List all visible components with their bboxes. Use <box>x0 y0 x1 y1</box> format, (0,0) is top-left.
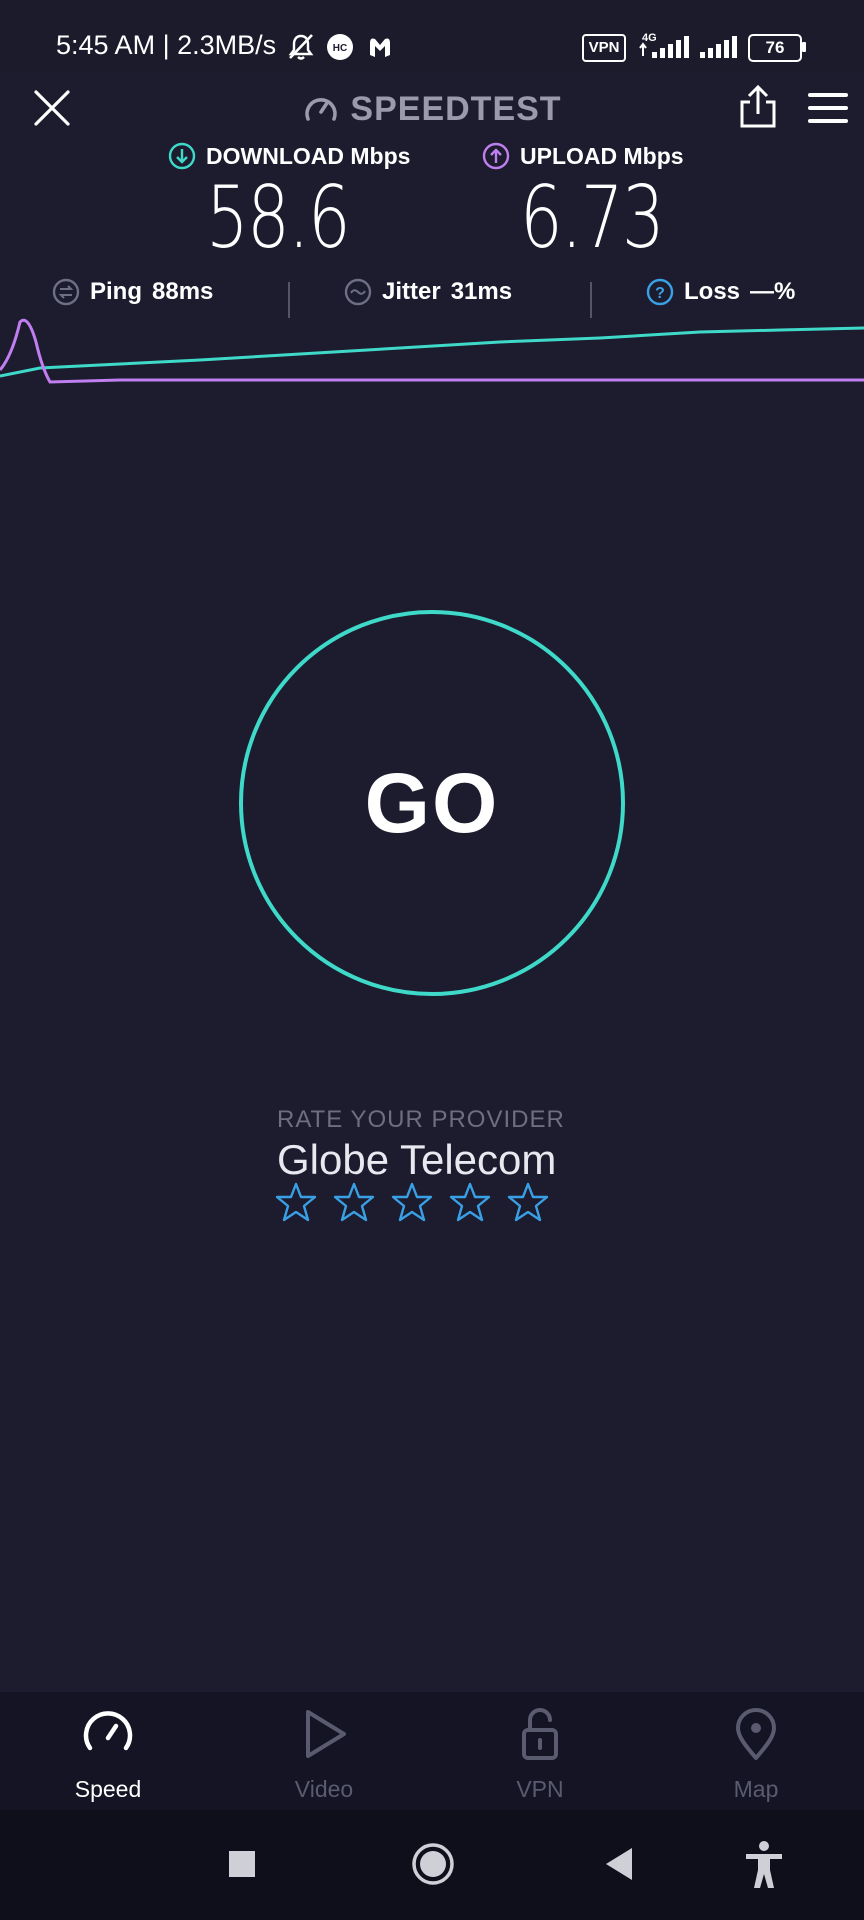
upload-arrow-icon <box>482 142 510 170</box>
upload-value: 6.73 <box>520 168 665 268</box>
ping-value: 88ms <box>152 278 214 305</box>
battery-indicator: 76 <box>748 34 802 62</box>
nav-item-vpn[interactable]: VPN <box>460 1706 620 1803</box>
speed-graph <box>0 318 864 384</box>
loss-stat[interactable]: ? Loss —% <box>646 278 795 306</box>
ping-icon <box>52 278 80 306</box>
upload-label: UPLOAD Mbps <box>482 142 684 170</box>
play-icon <box>306 1710 346 1758</box>
rate-provider-caption: RATE YOUR PROVIDER <box>277 1106 565 1133</box>
app-title: SPEEDTEST <box>0 90 864 138</box>
rating-stars <box>274 1180 550 1224</box>
cell-signal-4g-icon: 4G <box>639 32 689 58</box>
status-bar: 5:45 AM | 2.3MB/s HC VPN 4G 76 <box>0 0 864 72</box>
hc-app-icon: HC <box>327 34 353 60</box>
bell-muted-icon <box>288 34 314 60</box>
cell-signal-icon <box>700 36 737 58</box>
status-time: 5:45 AM | 2.3MB/s <box>56 30 277 60</box>
nav-label-video: Video <box>294 1776 354 1802</box>
star-icon[interactable] <box>332 1180 376 1224</box>
nav-label-map: Map <box>733 1776 779 1802</box>
app-title-text: SPEEDTEST <box>350 90 562 128</box>
download-graph-line <box>0 326 864 378</box>
speedometer-logo-icon <box>305 97 338 121</box>
download-label: DOWNLOAD Mbps <box>168 142 410 170</box>
nav-item-speed[interactable]: Speed <box>28 1706 188 1803</box>
download-arrow-icon <box>168 142 196 170</box>
jitter-stat: Jitter 31ms <box>344 278 512 306</box>
upload-graph-line <box>0 318 864 384</box>
nav-label-vpn: VPN <box>516 1776 564 1802</box>
bottom-navigation: Speed Video VPN Map <box>0 1692 864 1810</box>
ping-stat: Ping 88ms <box>52 278 213 306</box>
battery-tip <box>802 42 806 52</box>
nav-item-video[interactable]: Video <box>244 1706 404 1803</box>
nav-label-speed: Speed <box>74 1776 142 1802</box>
star-icon[interactable] <box>274 1180 318 1224</box>
go-label: GO <box>364 755 500 850</box>
loss-value: —% <box>750 278 796 305</box>
share-icon[interactable] <box>736 84 780 130</box>
provider-name: Globe Telecom <box>277 1136 557 1183</box>
upload-label-text: UPLOAD Mbps <box>520 142 684 169</box>
svg-text:HC: HC <box>333 43 347 54</box>
malwarebytes-icon <box>370 38 390 57</box>
star-icon[interactable] <box>448 1180 492 1224</box>
system-navigation-bar <box>0 1810 864 1920</box>
go-button[interactable]: GO <box>239 610 625 996</box>
nav-item-map[interactable]: Map <box>676 1706 836 1803</box>
speedtest-screen: 5:45 AM | 2.3MB/s HC VPN 4G 76 SPEEDTEST… <box>0 0 864 1920</box>
loss-label: Loss <box>684 278 741 305</box>
back-icon[interactable] <box>604 1840 634 1888</box>
download-value: 58.6 <box>206 168 351 268</box>
vpn-status-badge: VPN <box>582 34 626 62</box>
jitter-icon <box>344 278 372 306</box>
svg-text:?: ? <box>655 285 665 302</box>
unlock-icon <box>522 1708 558 1760</box>
star-icon[interactable] <box>390 1180 434 1224</box>
star-icon[interactable] <box>506 1180 550 1224</box>
svg-text:4G: 4G <box>642 32 657 44</box>
ping-label: Ping <box>90 278 142 305</box>
recent-apps-icon[interactable] <box>228 1840 256 1888</box>
help-icon[interactable]: ? <box>646 278 674 306</box>
speedometer-icon <box>83 1711 133 1751</box>
app-header: SPEEDTEST <box>0 72 864 148</box>
jitter-value: 31ms <box>450 278 513 305</box>
download-label-text: DOWNLOAD Mbps <box>206 142 411 169</box>
accessibility-icon[interactable] <box>744 1840 784 1890</box>
jitter-label: Jitter <box>382 278 441 305</box>
hamburger-menu-icon[interactable] <box>806 90 850 126</box>
map-pin-icon <box>736 1708 776 1760</box>
home-icon[interactable] <box>410 1840 456 1888</box>
